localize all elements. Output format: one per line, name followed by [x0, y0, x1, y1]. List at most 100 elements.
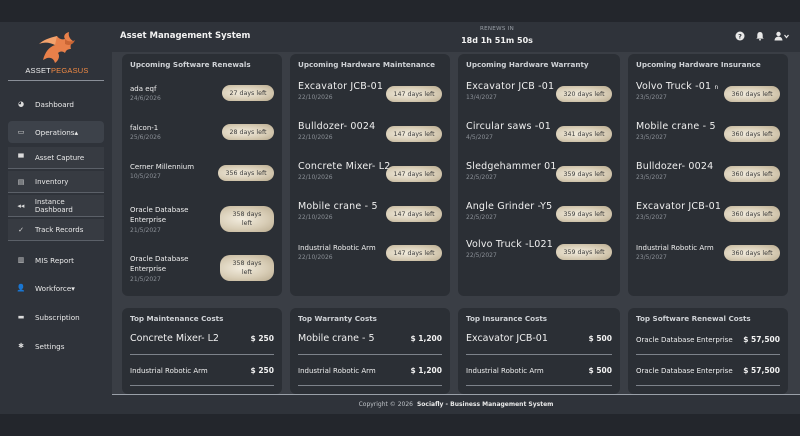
svg-text:?: ?	[738, 32, 742, 40]
operations-icon: ▭	[17, 128, 25, 136]
days-left-badge: 147 days left	[386, 86, 442, 102]
nav-mis-report[interactable]: ▥ MIS Report	[8, 249, 104, 271]
cost-row[interactable]: Oracle Database Enterprise $ 57,500	[636, 366, 780, 375]
nav-dashboard[interactable]: ◕ Dashboard	[8, 93, 104, 115]
item-name: Oracle Database Enterprise	[636, 335, 733, 344]
item-name: Industrial Robotic Arm	[130, 366, 208, 375]
list-item[interactable]: Oracle Database Enterprise 21/5/2027 358…	[130, 254, 274, 284]
list-item[interactable]: Concrete Mixer- L2 22/10/2026 147 days l…	[298, 161, 442, 187]
footer: Copyright © 2026 Sociafly - Business Man…	[112, 394, 800, 414]
list-item[interactable]: Oracle Database Enterprise 21/5/2027 358…	[130, 205, 274, 235]
list-item[interactable]: Bulldozer- 0024 22/10/2026 147 days left	[298, 121, 442, 147]
cost-row[interactable]: Industrial Robotic Arm $ 1,200	[298, 366, 442, 375]
footer-brand[interactable]: Sociafly - Business Management System	[417, 401, 553, 408]
renewal-countdown: RENEWS IN 18d 1h 51m 50s	[452, 26, 542, 45]
nav-label: Instance Dashboard	[34, 197, 73, 214]
nav-label: Workforce▾	[35, 283, 75, 293]
cost-row[interactable]: Industrial Robotic Arm $ 500	[466, 366, 612, 375]
card-title: Top Warranty Costs	[298, 314, 377, 323]
maintenance-costs-card: Top Maintenance Costs Concrete Mixer- L2…	[122, 308, 282, 394]
list-item[interactable]: Cerner Millennium 10/5/2027 356 days lef…	[130, 163, 274, 189]
cost-row[interactable]: Concrete Mixer- L2 $ 250	[130, 333, 274, 344]
logo[interactable]: ASSETPEGASUS	[12, 30, 102, 84]
nav-instance-dashboard[interactable]: ◂◂ Instance Dashboard	[8, 195, 104, 217]
nav-settings[interactable]: ✱ Settings	[8, 335, 104, 357]
divider	[466, 385, 612, 386]
item-amount: $ 57,500	[743, 335, 780, 344]
cost-row[interactable]: Mobile crane - 5 $ 1,200	[298, 333, 442, 344]
item-amount: $ 500	[588, 366, 613, 375]
list-item[interactable]: Mobile crane - 5 22/10/2026 147 days lef…	[298, 201, 442, 227]
item-name: Industrial Robotic Arm	[298, 366, 376, 375]
dashboard-icon: ◕	[17, 100, 25, 108]
item-amount: $ 250	[250, 366, 275, 375]
bell-icon[interactable]	[754, 30, 766, 42]
list-item[interactable]: falcon-1 25/6/2026 28 days left	[130, 124, 274, 150]
days-left-badge: 360 days left	[724, 166, 780, 182]
list-item[interactable]: Circular saws -01 4/5/2027 341 days left	[466, 121, 612, 147]
nav-operations[interactable]: ▭ Operations▴	[8, 121, 104, 143]
item-name: Excavator JCB-01	[466, 333, 548, 344]
item-amount: $ 1,200	[410, 366, 442, 375]
sidebar: ASSETPEGASUS ◕ Dashboard ▭ Operations▴ ▀…	[0, 22, 112, 414]
subscription-icon: ▬	[17, 313, 25, 321]
list-item[interactable]: Bulldozer- 0024 23/5/2027 360 days left	[636, 161, 780, 187]
divider	[636, 354, 780, 355]
nav-workforce[interactable]: 👤 Workforce▾	[8, 277, 104, 299]
days-left-badge: 341 days left	[556, 126, 612, 142]
days-left-badge: 360 days left	[724, 126, 780, 142]
cost-row[interactable]: Excavator JCB-01 $ 500	[466, 333, 612, 344]
list-item[interactable]: Volvo Truck -01 n 23/5/2027 360 days lef…	[636, 81, 780, 107]
nav-label: Subscription	[35, 312, 80, 322]
nav-subscription[interactable]: ▬ Subscription	[8, 306, 104, 328]
help-icon[interactable]: ?	[734, 30, 746, 42]
divider	[298, 385, 442, 386]
cost-row[interactable]: Industrial Robotic Arm $ 250	[130, 366, 274, 375]
item-amount: $ 500	[588, 334, 613, 343]
check-icon: ✓	[18, 225, 24, 234]
nav-track-records[interactable]: ✓ Track Records	[8, 219, 104, 241]
user-menu-icon[interactable]	[774, 30, 790, 42]
list-item[interactable]: Excavator JCB-01 22/10/2026 147 days lef…	[298, 81, 442, 107]
user-plus-icon: 👤	[16, 284, 26, 292]
nav-asset-capture[interactable]: ▀ Asset Capture	[8, 147, 104, 169]
nav-label: Settings	[35, 341, 65, 351]
dashboard-content: Upcoming Software Renewals ada eqf 24/6/…	[112, 52, 800, 394]
hardware-maintenance-card: Upcoming Hardware Maintenance Excavator …	[290, 54, 450, 296]
item-amount: $ 57,500	[743, 366, 780, 375]
nav-label: Inventory	[35, 177, 69, 186]
item-name: Mobile crane - 5	[298, 333, 375, 344]
item-amount: $ 1,200	[410, 334, 442, 343]
nav-label: Track Records	[35, 225, 84, 234]
browser-top-strip	[0, 0, 800, 22]
header: Asset Management System RENEWS IN 18d 1h…	[112, 22, 800, 52]
card-title: Upcoming Hardware Insurance	[636, 60, 761, 69]
list-item[interactable]: Sledgehammer 01 22/5/2027 359 days left	[466, 161, 612, 187]
header-actions: ?	[734, 30, 790, 42]
software-costs-card: Top Software Renewal Costs Oracle Databa…	[628, 308, 788, 394]
list-item[interactable]: Industrial Robotic Arm 22/10/2026 147 da…	[298, 244, 442, 270]
renews-value: 18d 1h 51m 50s	[461, 36, 533, 45]
list-item[interactable]: Industrial Robotic Arm 23/5/2027 360 day…	[636, 244, 780, 270]
list-item[interactable]: Excavator JCB-01 23/5/2027 360 days left	[636, 201, 780, 227]
renews-label: RENEWS IN	[480, 26, 514, 32]
list-item[interactable]: ada eqf 24/6/2026 27 days left	[130, 85, 274, 111]
pegasus-logo-icon	[39, 32, 75, 63]
inventory-icon: ▤	[17, 177, 25, 186]
days-left-badge: 147 days left	[386, 166, 442, 182]
days-left-badge: 359 days left	[556, 206, 612, 222]
list-item[interactable]: Angle Grinder -Y5 22/5/2027 359 days lef…	[466, 201, 612, 227]
list-item[interactable]: Volvo Truck -L021 22/5/2027 359 days lef…	[466, 239, 612, 265]
app-window: ASSETPEGASUS ◕ Dashboard ▭ Operations▴ ▀…	[0, 22, 800, 414]
days-left-badge: 360 days left	[724, 86, 780, 102]
days-left-badge: 147 days left	[386, 206, 442, 222]
list-item[interactable]: Excavator JCB -01 13/4/2027 320 days lef…	[466, 81, 612, 107]
cost-row[interactable]: Oracle Database Enterprise $ 57,500	[636, 335, 780, 344]
divider	[130, 385, 274, 386]
hardware-warranty-card: Upcoming Hardware Warranty Excavator JCB…	[458, 54, 620, 296]
item-name: Volvo Truck -01	[636, 81, 712, 92]
nav-inventory[interactable]: ▤ Inventory	[8, 171, 104, 193]
warranty-costs-card: Top Warranty Costs Mobile crane - 5 $ 1,…	[290, 308, 450, 394]
list-item[interactable]: Mobile crane - 5 23/5/2027 360 days left	[636, 121, 780, 147]
divider	[636, 385, 780, 386]
